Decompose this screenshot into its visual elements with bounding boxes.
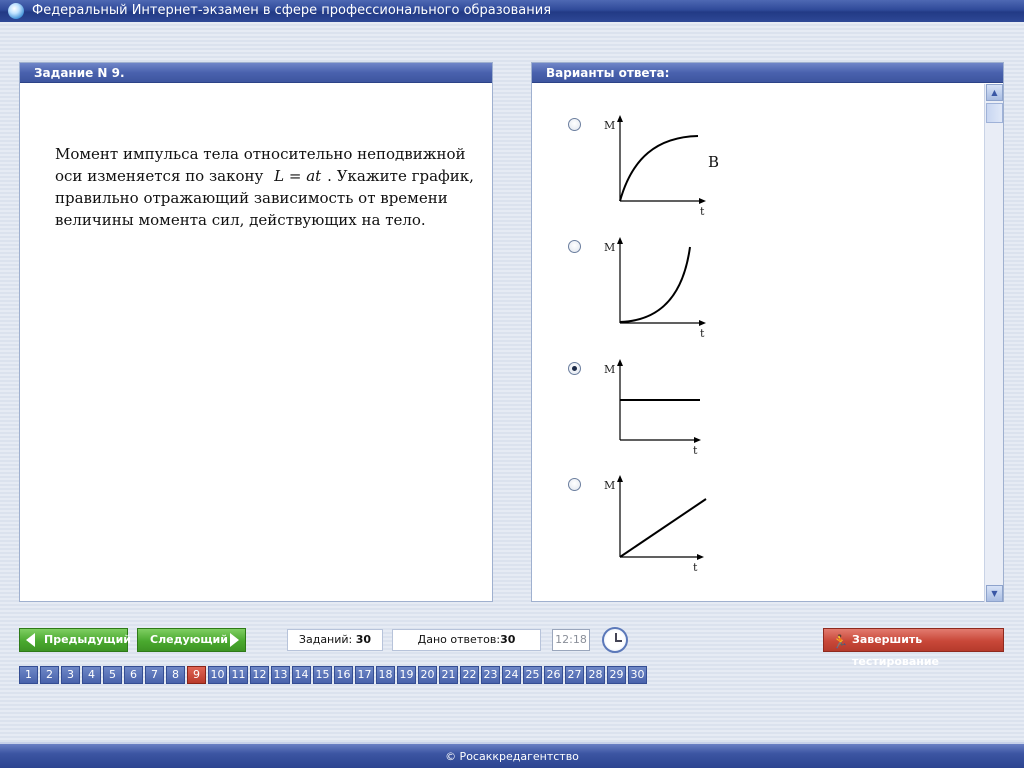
axis-label-t: t [700, 327, 705, 340]
page-button-1[interactable]: 1 [19, 666, 38, 684]
page-button-24[interactable]: 24 [502, 666, 521, 684]
answer-radio-4[interactable] [568, 478, 581, 491]
finish-label: Завершить тестирование [852, 633, 940, 668]
arrow-right-icon [230, 633, 239, 647]
axis-label-m: M [604, 479, 615, 492]
page-button-20[interactable]: 20 [418, 666, 437, 684]
page-button-8[interactable]: 8 [166, 666, 185, 684]
tasks-count: 30 [355, 633, 372, 646]
page-button-11[interactable]: 11 [229, 666, 248, 684]
graph-linear: M t [604, 475, 707, 573]
page-button-21[interactable]: 21 [439, 666, 458, 684]
y-axis-arrow [617, 359, 623, 366]
scroll-down-button[interactable]: ▼ [986, 585, 1003, 602]
curve-growing [619, 246, 691, 323]
x-axis-arrow [697, 554, 704, 560]
window-title: Федеральный Интернет-экзамен в сфере про… [32, 3, 552, 18]
scroll-up-button[interactable]: ▲ [986, 84, 1003, 101]
footer-text: © Росаккредагентство [445, 750, 579, 763]
page-button-16[interactable]: 16 [334, 666, 353, 684]
page-button-3[interactable]: 3 [61, 666, 80, 684]
answered-label: Дано ответов: [417, 633, 501, 646]
previous-button[interactable]: Предыдущий [19, 628, 132, 652]
footer: © Росаккредагентство [0, 742, 1024, 768]
curve-saturation [619, 135, 699, 202]
x-axis-arrow [699, 198, 706, 204]
answers-scrollbar[interactable]: ▲ ▼ [984, 84, 1003, 602]
question-formula: L = at [274, 167, 322, 185]
x-axis-arrow [699, 320, 706, 326]
axis-label-m: M [604, 363, 615, 376]
graph-constant: M t [604, 359, 701, 457]
y-axis-arrow [617, 237, 623, 244]
tasks-label: Заданий: [298, 633, 353, 646]
answered-count-box: Дано ответов:30 [392, 629, 541, 651]
page-button-29[interactable]: 29 [607, 666, 626, 684]
page-button-5[interactable]: 5 [103, 666, 122, 684]
page-button-4[interactable]: 4 [82, 666, 101, 684]
y-axis-arrow [617, 115, 623, 122]
finish-test-button[interactable]: 🏃 Завершить тестирование [823, 628, 1004, 668]
page-button-27[interactable]: 27 [565, 666, 584, 684]
axis-label-m: M [604, 241, 615, 254]
y-axis-arrow [617, 475, 623, 482]
axis-label-t: t [693, 444, 698, 457]
page-button-25[interactable]: 25 [523, 666, 542, 684]
page-button-2[interactable]: 2 [40, 666, 59, 684]
page-button-22[interactable]: 22 [460, 666, 479, 684]
answered-count: 30 [500, 633, 516, 646]
scroll-thumb[interactable] [986, 103, 1003, 123]
page-button-12[interactable]: 12 [250, 666, 269, 684]
axis-label-t: t [693, 561, 698, 573]
page-button-13[interactable]: 13 [271, 666, 290, 684]
x-axis-arrow [694, 437, 701, 443]
globe-icon [8, 3, 24, 19]
answer-radio-2[interactable] [568, 240, 581, 253]
axis-label-m: M [604, 119, 615, 132]
page-button-17[interactable]: 17 [355, 666, 374, 684]
next-label: Следующий [150, 633, 228, 646]
page-button-19[interactable]: 19 [397, 666, 416, 684]
page-button-23[interactable]: 23 [481, 666, 500, 684]
runner-icon: 🏃 [832, 635, 849, 650]
graph-growing: M t [604, 237, 706, 340]
page-button-18[interactable]: 18 [376, 666, 395, 684]
answer-radio-3-selected[interactable] [568, 362, 581, 375]
line-linear [619, 498, 707, 558]
tasks-count-box: Заданий: 30 [287, 629, 383, 651]
task-header: Задание N 9. [20, 63, 492, 83]
page-button-30[interactable]: 30 [628, 666, 647, 684]
graph-saturation: M t [604, 115, 706, 218]
page-button-6[interactable]: 6 [124, 666, 143, 684]
axis-label-t: t [700, 205, 705, 218]
question-text: Момент импульса тела относительно неподв… [55, 143, 475, 231]
previous-label: Предыдущий [44, 633, 132, 646]
page-button-7[interactable]: 7 [145, 666, 164, 684]
clock-icon [602, 627, 628, 653]
title-bar: Федеральный Интернет-экзамен в сфере про… [0, 0, 1024, 22]
page-button-14[interactable]: 14 [292, 666, 311, 684]
page-button-15[interactable]: 15 [313, 666, 332, 684]
page-button-10[interactable]: 10 [208, 666, 227, 684]
answers-panel: Варианты ответа: M t B M t M t M t ▲ ▼ [531, 62, 1004, 602]
arrow-left-icon [26, 633, 35, 647]
answer-radio-1[interactable] [568, 118, 581, 131]
page-button-9[interactable]: 9 [187, 666, 206, 684]
timer-display: 12:18 [552, 629, 590, 651]
answers-header: Варианты ответа: [532, 63, 1003, 83]
next-button[interactable]: Следующий [137, 628, 246, 652]
page-button-26[interactable]: 26 [544, 666, 563, 684]
task-panel: Задание N 9. Момент импульса тела относи… [19, 62, 493, 602]
option-letter: B [708, 153, 720, 171]
page-button-28[interactable]: 28 [586, 666, 605, 684]
